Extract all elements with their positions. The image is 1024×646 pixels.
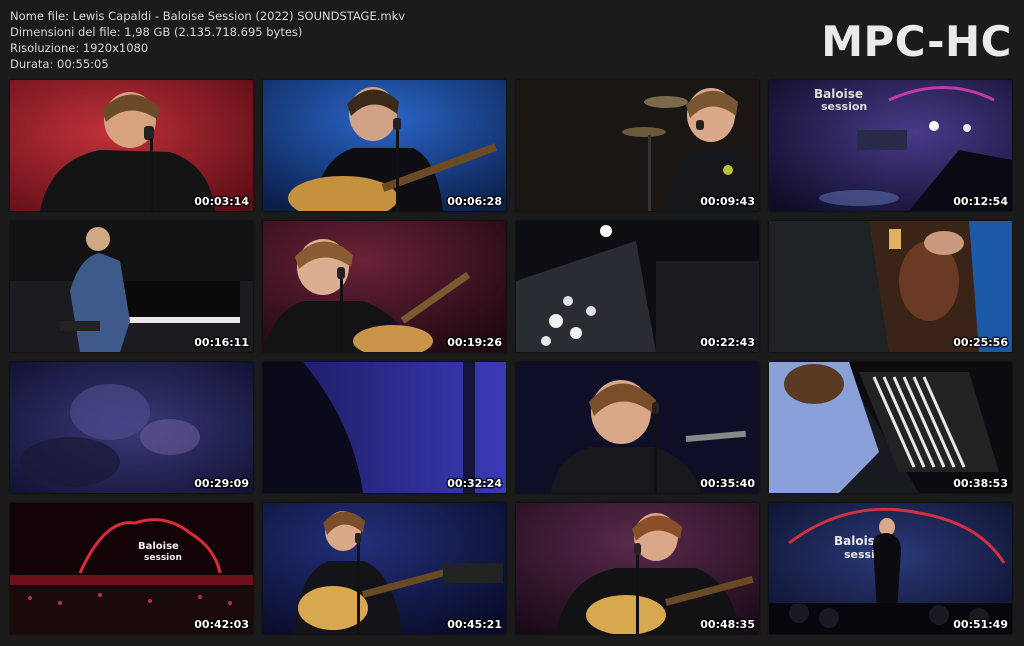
file-name: Nome file: Lewis Capaldi - Baloise Sessi…: [10, 9, 406, 23]
frame-image: [769, 362, 1012, 493]
thumbnail-frame: Baloise session 00:51:49: [769, 503, 1012, 634]
frame-image: [769, 221, 1012, 352]
thumbnail-frame: Baloise session 00:12:54: [769, 80, 1012, 211]
frame-image: [263, 80, 506, 211]
thumbnail-frame: 00:38:53: [769, 362, 1012, 493]
frame-image: [263, 503, 506, 634]
timestamp: 00:16:11: [194, 336, 249, 349]
timestamp: 00:38:53: [953, 477, 1008, 490]
timestamp: 00:25:56: [953, 336, 1008, 349]
frame-image: [10, 362, 253, 493]
thumbnail-frame: 00:25:56: [769, 221, 1012, 352]
frame-image: [263, 362, 506, 493]
timestamp: 00:03:14: [194, 195, 249, 208]
thumbnail-frame: 00:09:43: [516, 80, 759, 211]
timestamp: 00:09:43: [700, 195, 755, 208]
frame-image: Baloise session: [10, 503, 253, 634]
mpc-hc-logo: MPC-HC: [821, 17, 1012, 66]
timestamp: 00:48:35: [700, 618, 755, 631]
frame-image: [10, 221, 253, 352]
thumbnail-frame: 00:48:35: [516, 503, 759, 634]
thumbnail-frame: 00:32:24: [263, 362, 506, 493]
thumbnail-frame: 00:45:21: [263, 503, 506, 634]
file-size: Dimensioni del file: 1,98 GB (2.135.718.…: [10, 25, 303, 39]
frame-image: Baloise session: [769, 80, 1012, 211]
duration: Durata: 00:55:05: [10, 57, 109, 71]
thumbnail-frame: 00:03:14: [10, 80, 253, 211]
timestamp: 00:22:43: [700, 336, 755, 349]
thumbnail-frame: 00:29:09: [10, 362, 253, 493]
svg-text:Baloise: Baloise: [814, 87, 863, 101]
frame-image: [516, 80, 759, 211]
timestamp: 00:12:54: [953, 195, 1008, 208]
timestamp: 00:32:24: [447, 477, 502, 490]
svg-text:Baloise: Baloise: [138, 541, 179, 552]
frame-image: [516, 362, 759, 493]
thumbnail-frame: 00:22:43: [516, 221, 759, 352]
svg-text:session: session: [144, 553, 182, 563]
thumbnail-frame: 00:06:28: [263, 80, 506, 211]
thumbnail-frame: 00:35:40: [516, 362, 759, 493]
timestamp: 00:19:26: [447, 336, 502, 349]
file-info: Nome file: Lewis Capaldi - Baloise Sessi…: [10, 8, 405, 72]
frame-image: [10, 80, 253, 211]
svg-text:session: session: [821, 100, 867, 113]
frame-image: [516, 503, 759, 634]
thumbnail-grid: 00:03:14 00:06:28 00:09:43 Baloise sessi…: [10, 80, 1014, 636]
timestamp: 00:45:21: [447, 618, 502, 631]
frame-image: [263, 221, 506, 352]
thumbnail-sheet: Nome file: Lewis Capaldi - Baloise Sessi…: [0, 0, 1024, 646]
timestamp: 00:42:03: [194, 618, 249, 631]
timestamp: 00:35:40: [700, 477, 755, 490]
frame-image: [516, 221, 759, 352]
thumbnail-frame: 00:19:26: [263, 221, 506, 352]
timestamp: 00:29:09: [194, 477, 249, 490]
thumbnail-frame: 00:16:11: [10, 221, 253, 352]
frame-image: Baloise session: [769, 503, 1012, 634]
resolution: Risoluzione: 1920x1080: [10, 41, 149, 55]
thumbnail-frame: Baloise session 00:42:03: [10, 503, 253, 634]
timestamp: 00:51:49: [953, 618, 1008, 631]
timestamp: 00:06:28: [447, 195, 502, 208]
